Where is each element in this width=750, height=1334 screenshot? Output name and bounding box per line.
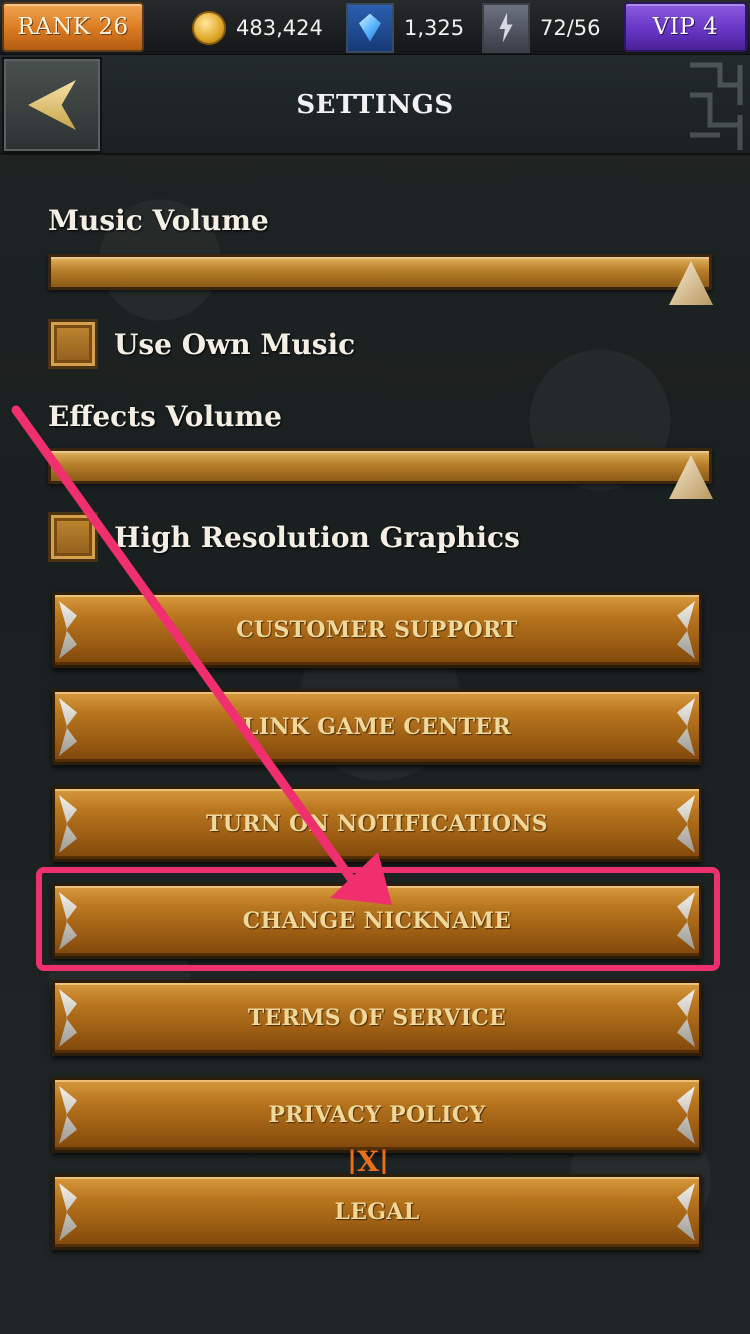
left-ornament-icon (59, 892, 77, 950)
button-label: TERMS OF SERVICE (247, 1005, 507, 1031)
rank-badge[interactable]: RANK 26 (2, 2, 144, 52)
energy-stat[interactable]: 72/56 (482, 0, 601, 55)
music-volume-thumb[interactable] (669, 261, 713, 305)
blue-gem-icon (346, 2, 394, 53)
partial-close-icon: |X| (346, 1145, 390, 1178)
turn-on-notifications-button[interactable]: TURN ON NOTIFICATIONS (52, 786, 702, 862)
effects-volume-label: Effects Volume (48, 400, 282, 433)
effects-volume-thumb[interactable] (669, 455, 713, 499)
button-label: CHANGE NICKNAME (242, 908, 512, 934)
button-label: CUSTOMER SUPPORT (236, 617, 518, 643)
status-bar: RANK 26 483,424 1,325 72/56 VIP 4 (0, 0, 750, 55)
vip-badge[interactable]: VIP 4 (624, 2, 747, 52)
button-label: LEGAL (334, 1199, 420, 1225)
effects-volume-slider[interactable] (48, 448, 713, 499)
page-title: SETTINGS (296, 90, 454, 120)
button-label: PRIVACY POLICY (268, 1102, 486, 1128)
right-ornament-icon (677, 892, 695, 950)
right-ornament-icon (677, 1183, 695, 1241)
gems-stat[interactable]: 1,325 (346, 0, 464, 55)
right-ornament-icon (677, 601, 695, 659)
customer-support-button[interactable]: CUSTOMER SUPPORT (52, 592, 702, 668)
privacy-policy-button[interactable]: PRIVACY POLICY (52, 1077, 702, 1153)
settings-header: SETTINGS (0, 55, 750, 155)
high-res-checkbox[interactable] (48, 512, 98, 562)
button-label: LINK GAME CENTER (243, 714, 511, 740)
right-ornament-icon (677, 1086, 695, 1144)
music-volume-slider[interactable] (48, 254, 713, 305)
energy-value: 72/56 (540, 15, 601, 40)
left-ornament-icon (59, 1086, 77, 1144)
button-label: TURN ON NOTIFICATIONS (206, 811, 548, 837)
link-game-center-button[interactable]: LINK GAME CENTER (52, 689, 702, 765)
coins-value: 483,424 (236, 15, 323, 40)
high-res-row[interactable]: High Resolution Graphics (48, 512, 520, 562)
left-ornament-icon (59, 1183, 77, 1241)
right-ornament-icon (677, 698, 695, 756)
corner-ornament-icon (690, 62, 743, 150)
right-ornament-icon (677, 989, 695, 1047)
use-own-music-row[interactable]: Use Own Music (48, 319, 355, 369)
gold-coin-icon (192, 10, 226, 45)
use-own-music-checkbox[interactable] (48, 319, 98, 369)
high-res-label: High Resolution Graphics (114, 520, 520, 554)
terms-of-service-button[interactable]: TERMS OF SERVICE (52, 980, 702, 1056)
left-ornament-icon (59, 601, 77, 659)
coins-stat[interactable]: 483,424 (192, 0, 323, 55)
left-ornament-icon (59, 989, 77, 1047)
music-volume-label: Music Volume (48, 204, 269, 237)
legal-button[interactable]: LEGAL (52, 1174, 702, 1250)
change-nickname-button[interactable]: CHANGE NICKNAME (52, 883, 702, 959)
back-arrow-icon (28, 80, 76, 130)
right-ornament-icon (677, 795, 695, 853)
lightning-icon (482, 2, 530, 53)
left-ornament-icon (59, 795, 77, 853)
back-button[interactable] (2, 57, 102, 153)
gems-value: 1,325 (404, 15, 465, 40)
use-own-music-label: Use Own Music (114, 327, 356, 361)
left-ornament-icon (59, 698, 77, 756)
